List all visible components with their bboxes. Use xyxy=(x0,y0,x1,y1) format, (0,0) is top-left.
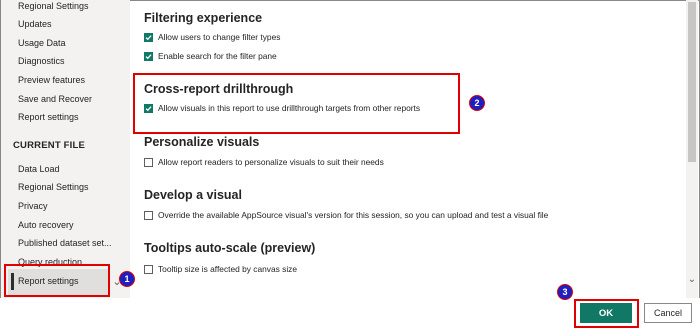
highlight-cross-report-drillthrough xyxy=(133,73,460,134)
highlight-ok-button xyxy=(574,299,639,328)
sidebar-item-data-load[interactable]: Data Load xyxy=(18,163,60,175)
checkmark-icon xyxy=(145,53,152,59)
option-enable-filter-search[interactable]: Enable search for the filter pane xyxy=(144,50,277,62)
option-override-appsource-visual[interactable]: Override the available AppSource visual'… xyxy=(144,209,548,221)
section-title-develop-a-visual: Develop a visual xyxy=(144,188,242,202)
chevron-down-icon[interactable]: ⌄ xyxy=(686,274,698,286)
sidebar-item-usage-data[interactable]: Usage Data xyxy=(18,37,66,49)
sidebar-item-published-dataset-settings[interactable]: Published dataset set... xyxy=(18,237,112,249)
sidebar-item-report-settings-global[interactable]: Report settings xyxy=(18,111,79,123)
highlight-report-settings xyxy=(4,264,110,297)
option-label: Override the available AppSource visual'… xyxy=(158,210,549,220)
section-title-personalize-visuals: Personalize visuals xyxy=(144,135,260,149)
checkmark-icon xyxy=(145,34,152,40)
section-title-filtering-experience: Filtering experience xyxy=(144,11,263,25)
current-file-heading: CURRENT FILE xyxy=(13,140,86,151)
checkbox-unchecked[interactable] xyxy=(144,264,153,274)
option-allow-change-filter-types[interactable]: Allow users to change filter types xyxy=(144,31,280,43)
sidebar-item-regional-settings-global[interactable]: Regional Settings xyxy=(18,0,89,12)
sidebar-item-preview-features[interactable]: Preview features xyxy=(18,74,85,86)
option-personalize-visuals[interactable]: Allow report readers to personalize visu… xyxy=(144,156,384,168)
sidebar-item-auto-recovery[interactable]: Auto recovery xyxy=(18,219,74,231)
option-label: Allow report readers to personalize visu… xyxy=(158,157,384,167)
checkbox-unchecked[interactable] xyxy=(144,210,153,220)
checkbox-checked[interactable] xyxy=(144,32,153,42)
step-badge-2: 2 xyxy=(469,95,485,111)
content-scrollbar[interactable]: ⌄ xyxy=(686,0,698,298)
step-badge-3: 3 xyxy=(557,284,573,300)
settings-content: Filtering experience Allow users to chan… xyxy=(131,0,686,298)
option-label: Enable search for the filter pane xyxy=(158,51,277,61)
checkbox-unchecked[interactable] xyxy=(144,157,153,167)
step-badge-1: 1 xyxy=(119,271,135,287)
option-tooltip-size-canvas[interactable]: Tooltip size is affected by canvas size xyxy=(144,263,297,275)
sidebar-item-regional-settings[interactable]: Regional Settings xyxy=(18,181,89,193)
cancel-button[interactable]: Cancel xyxy=(644,303,692,323)
sidebar-item-save-and-recover[interactable]: Save and Recover xyxy=(18,93,92,105)
options-sidebar: Regional Settings Updates Usage Data Dia… xyxy=(1,0,130,298)
sidebar-item-updates[interactable]: Updates xyxy=(18,18,52,30)
option-label: Tooltip size is affected by canvas size xyxy=(158,264,298,274)
sidebar-item-diagnostics[interactable]: Diagnostics xyxy=(18,55,65,67)
checkbox-checked[interactable] xyxy=(144,51,153,61)
option-label: Allow users to change filter types xyxy=(158,32,281,42)
scroll-thumb[interactable] xyxy=(688,2,696,162)
sidebar-item-privacy[interactable]: Privacy xyxy=(18,200,48,212)
section-title-tooltips-auto-scale: Tooltips auto-scale (preview) xyxy=(144,241,316,255)
